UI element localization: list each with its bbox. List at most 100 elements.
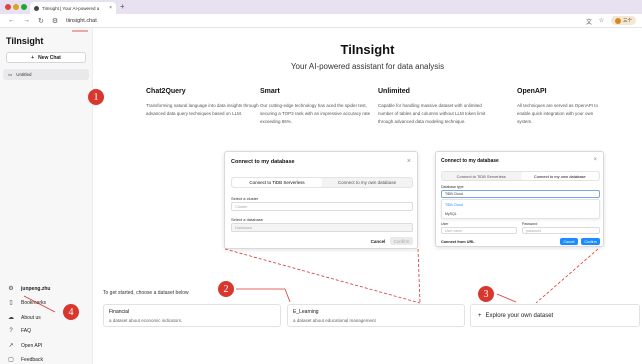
external-link-icon: ↗	[8, 343, 14, 349]
plus-icon: +	[31, 54, 35, 61]
database-select[interactable]: Database	[231, 223, 413, 232]
dialog-title: Connect to my database	[231, 159, 295, 165]
user-placeholder: User name	[445, 228, 463, 233]
site-favicon-icon	[34, 5, 39, 11]
annotation-marker: 4	[63, 304, 79, 320]
dataset-heading: To get started, choose a dataset below	[103, 290, 189, 296]
sidebar-item-openapi[interactable]: ↗ Open API	[7, 342, 43, 350]
dropdown-option[interactable]: MySQL	[445, 212, 457, 216]
dashed-line-left	[224, 248, 421, 304]
user-label: User	[441, 222, 449, 226]
feature-description: Capable for handling massive dataset wit…	[378, 103, 486, 124]
annotation-line-3	[496, 293, 517, 303]
connect-from-url-link[interactable]: Connect from URL	[441, 238, 475, 245]
cluster-select[interactable]: Cluster	[231, 202, 413, 211]
chat-list-item[interactable]: ▭ Untitled	[3, 69, 89, 80]
new-tab-button[interactable]: +	[120, 2, 125, 12]
cluster-label: Select a cluster	[231, 196, 259, 201]
feature-card: OpenAPI All techniques are served as Ope…	[517, 88, 635, 126]
database-type-label: Database type	[441, 185, 464, 189]
back-icon[interactable]: ←	[8, 17, 15, 24]
connection-type-tabs: Connect to TiDB Serverless Connect to my…	[441, 171, 600, 181]
sidebar: TiInsight + New Chat ▭ Untitled ⚙ junpen…	[0, 28, 93, 364]
profile-badge[interactable]: 三个	[611, 16, 636, 25]
bookmark-star-icon[interactable]: ☆	[599, 17, 604, 24]
sidebar-item-label: Feedback	[21, 356, 43, 363]
sidebar-item-bookmarks[interactable]: ▯ Bookmarks	[7, 299, 47, 307]
sidebar-item-label: Open API	[21, 342, 43, 349]
explore-own-dataset-button[interactable]: + Explore your own dataset	[470, 304, 640, 327]
annotation-marker: 3	[478, 286, 494, 302]
cluster-placeholder: Cluster	[235, 204, 248, 209]
feedback-icon: ▢	[8, 357, 14, 363]
user-input[interactable]: User name	[441, 227, 517, 234]
browser-tab-bar: TiInsight | Your AI-powered a × +	[0, 0, 642, 14]
sidebar-item-label: junpeng.zhu	[21, 285, 51, 292]
feature-title: Unlimited	[378, 88, 410, 95]
database-label: Select a database	[231, 217, 264, 222]
tab-own-database[interactable]: Connect to my own database	[520, 172, 599, 180]
new-chat-button[interactable]: + New Chat	[6, 52, 86, 63]
sidebar-item-label: FAQ	[21, 328, 32, 334]
chat-icon: ▭	[8, 71, 13, 77]
dashed-line-right	[535, 248, 599, 304]
annotation-marker: 1	[88, 89, 104, 105]
tab-tidb-serverless[interactable]: Connect to TiDB Serverless	[232, 178, 322, 187]
feature-title: Smart	[260, 88, 280, 95]
bookmark-icon: ▯	[9, 300, 13, 306]
feature-description: Our cutting-edge technology has aced the…	[260, 103, 371, 124]
feature-title: OpenAPI	[517, 88, 547, 95]
tab-tidb-serverless[interactable]: Connect to TiDB Serverless	[442, 172, 521, 180]
confirm-button[interactable]: Confirm	[390, 237, 413, 245]
password-placeholder: password	[526, 228, 541, 233]
new-chat-label: New Chat	[38, 54, 61, 61]
feature-card: Unlimited Capable for handling massive d…	[378, 88, 496, 126]
dashed-line-left-2	[417, 248, 421, 304]
page-subtitle: Your AI-powered assistant for data analy…	[290, 62, 445, 71]
maximize-window-icon[interactable]	[21, 4, 27, 10]
dataset-card-elearning[interactable]: E_Learning a dataset about educational m…	[287, 304, 465, 327]
gear-icon: ⚙	[8, 286, 14, 292]
chat-item-label: Untitled	[16, 72, 32, 77]
connect-dialog-serverless: Connect to my database × Connect to TiDB…	[224, 151, 418, 249]
close-icon[interactable]: ×	[593, 157, 597, 163]
cancel-button[interactable]: Cancel	[560, 238, 578, 245]
close-icon[interactable]: ×	[407, 158, 411, 165]
dataset-title: Financial	[109, 309, 130, 315]
feature-card: Chat2Query Transforming natural language…	[146, 88, 264, 118]
profile-badge-label: 三个	[623, 17, 632, 23]
connect-dialog-own: Connect to my database × Connect to TiDB…	[435, 151, 604, 247]
password-label: Password	[522, 222, 538, 226]
sidebar-item-faq[interactable]: ? FAQ	[7, 328, 31, 334]
annotation-marker: 2	[218, 281, 234, 297]
annotation-line-2b	[284, 288, 291, 303]
tab-own-database[interactable]: Connect to my own database	[322, 178, 412, 187]
confirm-button[interactable]: Confirm	[581, 238, 600, 245]
sidebar-item-label: Bookmarks	[21, 299, 47, 306]
url-field[interactable]: tiinsight.chat	[66, 18, 97, 24]
profile-avatar-icon	[615, 17, 621, 24]
feature-card: Smart Our cutting-edge technology has ac…	[260, 88, 378, 126]
close-tab-icon[interactable]: ×	[109, 5, 112, 11]
sidebar-brand: TiInsight	[6, 36, 44, 46]
translate-icon[interactable]: 文	[586, 17, 592, 26]
sidebar-item-about[interactable]: ☁ About us	[7, 314, 41, 322]
dataset-card-financial[interactable]: Financial a dataset about economic indic…	[103, 304, 281, 327]
explore-label: Explore your own dataset	[485, 312, 554, 319]
dataset-title: E_Learning	[293, 309, 319, 315]
minimize-window-icon[interactable]	[13, 4, 19, 10]
database-type-select[interactable]: TiDB Cloud	[441, 190, 600, 198]
dropdown-option[interactable]: TiDB Cloud	[445, 203, 463, 207]
cancel-button[interactable]: Cancel	[368, 237, 388, 245]
dialog-title: Connect to my database	[441, 158, 499, 164]
forward-icon[interactable]: →	[23, 17, 30, 24]
password-input[interactable]: password	[522, 227, 600, 234]
browser-tab[interactable]: TiInsight | Your AI-powered a ×	[30, 2, 116, 14]
site-info-icon[interactable]: ⚙	[52, 17, 58, 25]
feature-description: Transforming natural language into data …	[146, 103, 259, 116]
close-window-icon[interactable]	[5, 4, 11, 10]
sidebar-item-user[interactable]: ⚙ junpeng.zhu	[7, 285, 51, 293]
sidebar-item-feedback[interactable]: ▢ Feedback	[7, 356, 43, 364]
sidebar-item-label: About us	[21, 314, 41, 321]
reload-icon[interactable]: ↻	[38, 17, 44, 25]
